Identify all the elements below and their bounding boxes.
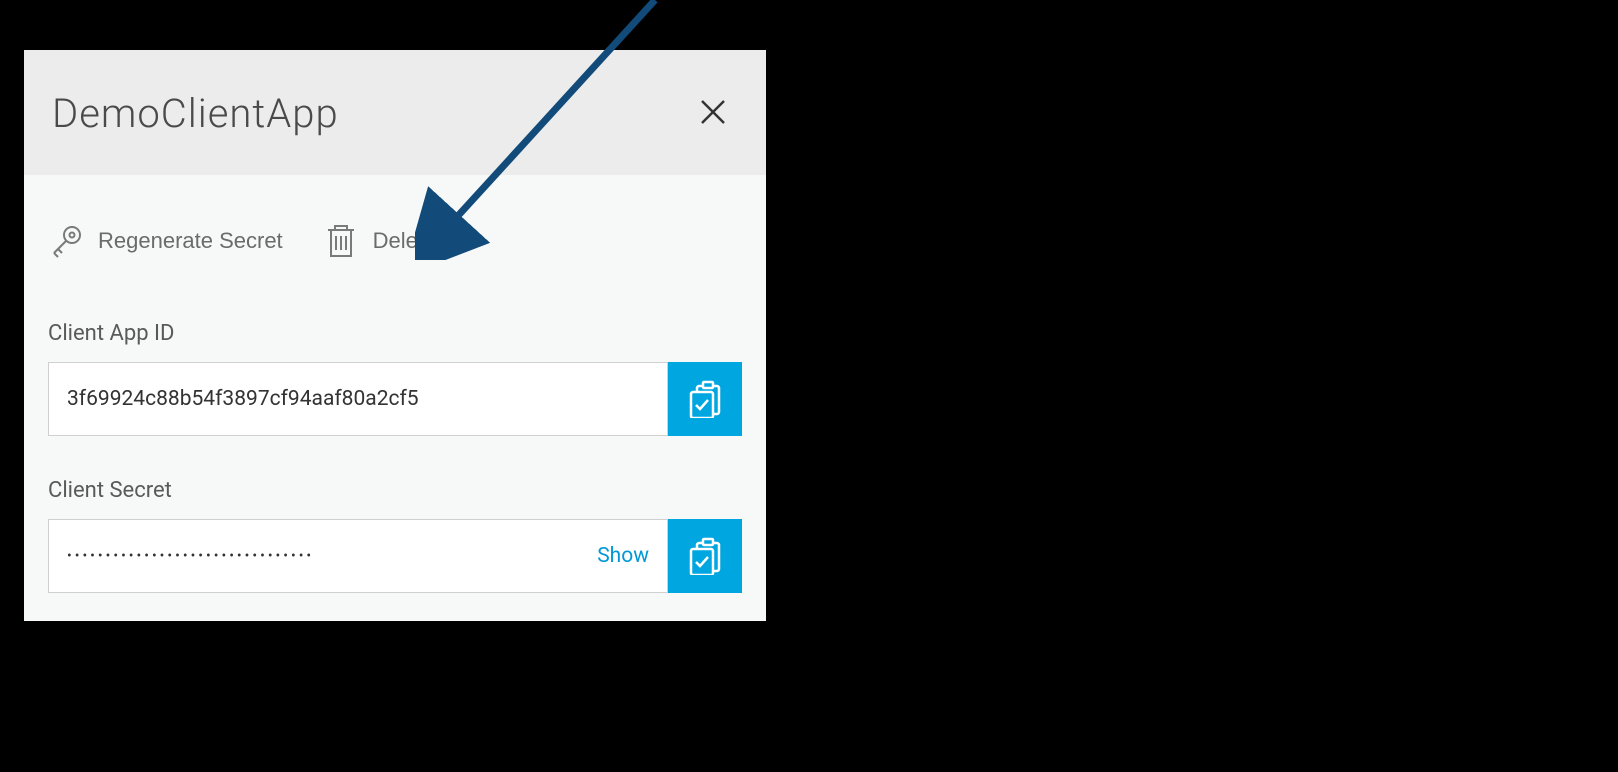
- trash-icon: [323, 223, 359, 259]
- client-secret-value: ••••••••••••••••••••••••••••••••: [67, 548, 314, 564]
- panel-header: DemoClientApp: [24, 50, 766, 175]
- panel-body: Regenerate Secret Delete Client App: [24, 175, 766, 621]
- client-secret-row: •••••••••••••••••••••••••••••••• Show: [48, 519, 742, 593]
- client-app-id-input[interactable]: [67, 387, 649, 411]
- close-button[interactable]: [698, 99, 728, 129]
- client-app-id-group: Client App ID: [48, 321, 742, 436]
- client-app-id-row: [48, 362, 742, 436]
- show-secret-button[interactable]: Show: [597, 544, 649, 568]
- client-app-id-field: [48, 362, 668, 436]
- client-secret-field: •••••••••••••••••••••••••••••••• Show: [48, 519, 668, 593]
- regenerate-secret-button[interactable]: Regenerate Secret: [48, 223, 283, 259]
- client-app-id-label: Client App ID: [48, 321, 742, 346]
- clipboard-check-icon: [687, 378, 723, 421]
- delete-label: Delete: [373, 228, 437, 254]
- close-icon: [700, 99, 726, 128]
- client-app-panel: DemoClientApp: [24, 50, 766, 621]
- action-row: Regenerate Secret Delete: [48, 223, 742, 259]
- client-secret-group: Client Secret ••••••••••••••••••••••••••…: [48, 478, 742, 593]
- copy-client-app-id-button[interactable]: [668, 362, 742, 436]
- key-icon: [48, 223, 84, 259]
- panel-title: DemoClientApp: [52, 90, 339, 137]
- regenerate-secret-label: Regenerate Secret: [98, 228, 283, 254]
- client-secret-label: Client Secret: [48, 478, 742, 503]
- clipboard-check-icon: [687, 535, 723, 578]
- copy-client-secret-button[interactable]: [668, 519, 742, 593]
- delete-button[interactable]: Delete: [323, 223, 437, 259]
